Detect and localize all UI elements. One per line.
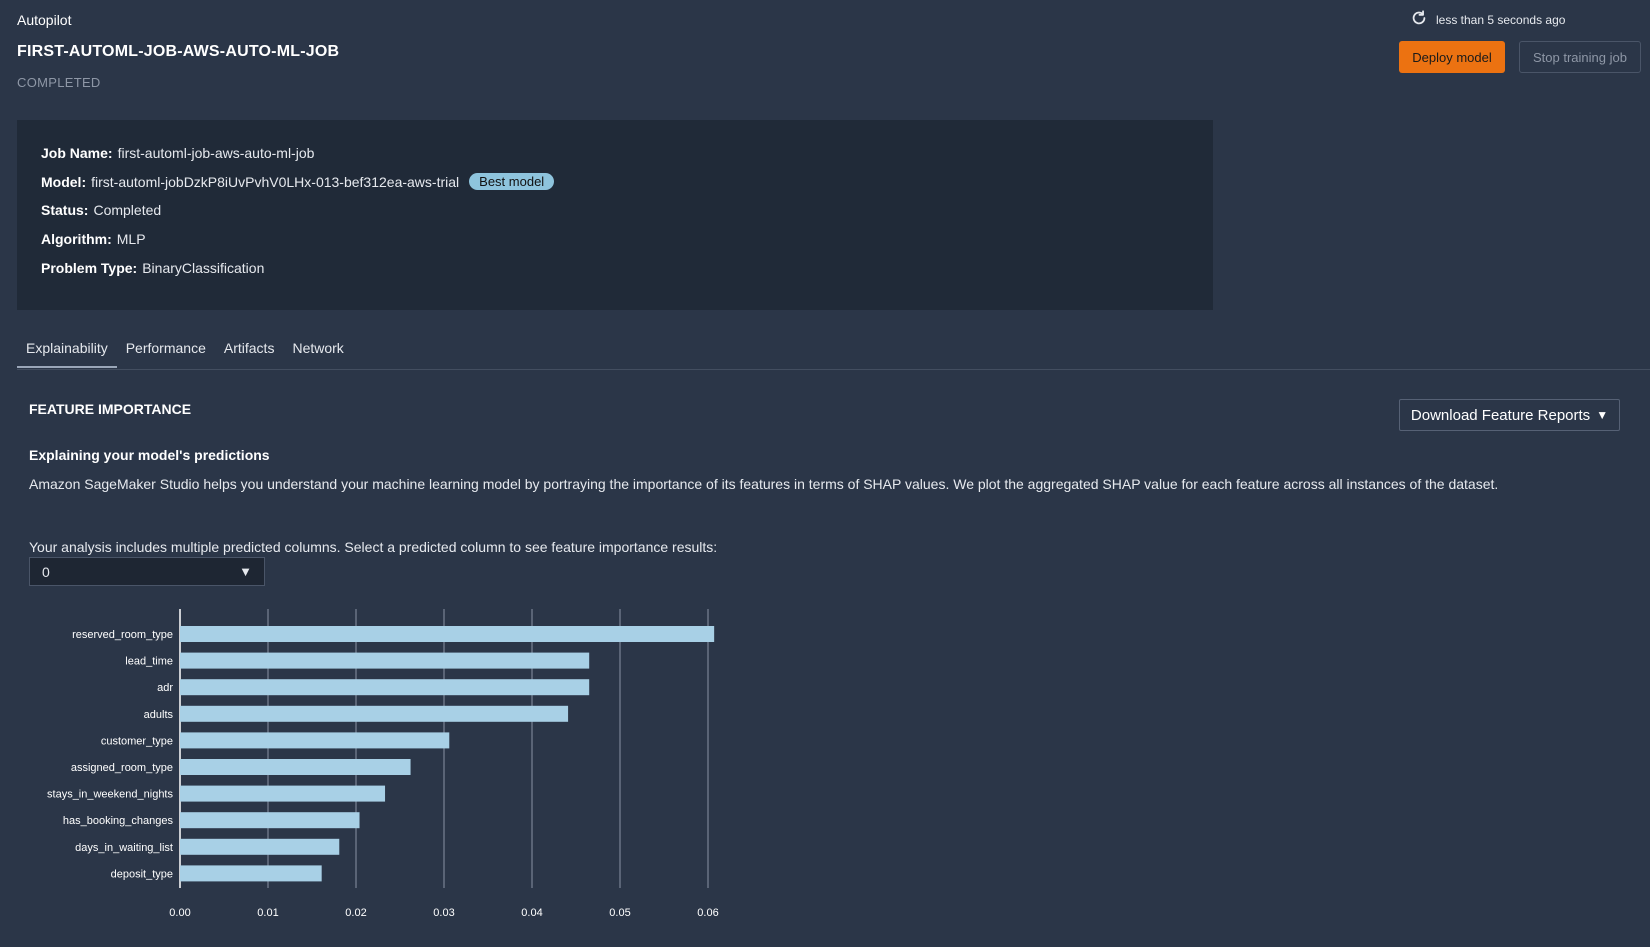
deploy-model-button[interactable]: Deploy model bbox=[1399, 41, 1505, 73]
tab-divider bbox=[17, 369, 1650, 370]
x-tick-label: 0.06 bbox=[697, 907, 718, 919]
status-label: Status: bbox=[41, 202, 89, 218]
bar bbox=[180, 732, 450, 749]
model-value: first-automl-jobDzkP8iUvPvhV0LHx-013-bef… bbox=[91, 173, 460, 190]
predicted-column-select[interactable]: 0 ▼ bbox=[29, 557, 265, 586]
algorithm-label: Algorithm: bbox=[41, 231, 112, 247]
refresh-icon[interactable] bbox=[1410, 9, 1428, 30]
job-title: FIRST-AUTOML-JOB-AWS-AUTO-ML-JOB bbox=[17, 43, 340, 60]
tab-explainability[interactable]: Explainability bbox=[17, 332, 117, 368]
section-title: FEATURE IMPORTANCE bbox=[29, 401, 192, 417]
bar bbox=[180, 652, 590, 669]
bar bbox=[180, 626, 715, 642]
model-label: Model: bbox=[41, 173, 87, 190]
predicted-column-value: 0 bbox=[42, 563, 50, 580]
feature-importance-description: Amazon SageMaker Studio helps you unders… bbox=[29, 476, 1499, 492]
x-tick-label: 0.02 bbox=[345, 907, 366, 919]
predicted-column-label: Your analysis includes multiple predicte… bbox=[29, 539, 718, 555]
problem-type-row: Problem Type: BinaryClassification bbox=[41, 260, 264, 276]
job-name-value: first-automl-job-aws-auto-ml-job bbox=[117, 145, 315, 161]
job-name-label: Job Name: bbox=[41, 145, 113, 161]
category-label: stays_in_weekend_nights bbox=[47, 789, 173, 801]
x-tick-label: 0.00 bbox=[169, 907, 190, 919]
app-title: Autopilot bbox=[17, 12, 72, 28]
best-model-badge: Best model bbox=[469, 173, 555, 190]
refresh-area: less than 5 seconds ago bbox=[1410, 9, 1565, 30]
category-label: adults bbox=[144, 709, 174, 721]
job-info-panel: Job Name: first-automl-job-aws-auto-ml-j… bbox=[17, 120, 1213, 310]
refresh-timestamp: less than 5 seconds ago bbox=[1436, 12, 1566, 27]
problem-type-label: Problem Type: bbox=[41, 260, 138, 276]
bar bbox=[180, 759, 411, 775]
model-row: Model: first-automl-jobDzkP8iUvPvhV0LHx-… bbox=[41, 173, 555, 190]
tab-bar: Explainability Performance Artifacts Net… bbox=[17, 332, 353, 368]
tab-performance[interactable]: Performance bbox=[117, 332, 215, 368]
category-label: assigned_room_type bbox=[71, 762, 173, 774]
bar bbox=[180, 812, 360, 829]
dropdown-caret-icon: ▼ bbox=[239, 564, 252, 579]
bar bbox=[180, 785, 386, 802]
category-label: has_booking_changes bbox=[63, 815, 174, 827]
bar bbox=[180, 838, 340, 855]
download-label: Download Feature Reports bbox=[1410, 406, 1591, 424]
job-name-row: Job Name: first-automl-job-aws-auto-ml-j… bbox=[41, 145, 314, 161]
category-label: adr bbox=[157, 682, 173, 694]
algorithm-row: Algorithm: MLP bbox=[41, 231, 146, 247]
status-row: Status: Completed bbox=[41, 202, 161, 218]
tab-network[interactable]: Network bbox=[283, 332, 352, 368]
x-tick-label: 0.03 bbox=[433, 907, 454, 919]
problem-type-value: BinaryClassification bbox=[142, 260, 265, 276]
bar bbox=[180, 705, 569, 722]
stop-training-job-button[interactable]: Stop training job bbox=[1519, 41, 1641, 73]
tab-artifacts[interactable]: Artifacts bbox=[215, 332, 284, 368]
job-status: COMPLETED bbox=[17, 75, 101, 90]
download-feature-reports-button[interactable]: Download Feature Reports ▼ bbox=[1399, 399, 1620, 431]
x-tick-label: 0.05 bbox=[609, 907, 630, 919]
bar bbox=[180, 679, 590, 696]
feature-importance-chart: 0.00 0.01 0.02 0.03 0.04 0.05 0.06 reserved_roo… bbox=[47, 609, 719, 919]
bar bbox=[180, 865, 322, 882]
algorithm-value: MLP bbox=[116, 231, 146, 247]
category-label: days_in_waiting_list bbox=[75, 842, 173, 854]
category-label: reserved_room_type bbox=[72, 629, 173, 641]
predictions-subheading: Explaining your model's predictions bbox=[29, 447, 270, 463]
x-tick-label: 0.01 bbox=[257, 907, 278, 919]
category-label: deposit_type bbox=[111, 868, 173, 880]
category-label: customer_type bbox=[101, 735, 173, 747]
category-label: lead_time bbox=[125, 656, 173, 668]
status-value: Completed bbox=[93, 202, 162, 218]
caret-down-icon: ▼ bbox=[1596, 408, 1609, 422]
x-tick-label: 0.04 bbox=[521, 907, 542, 919]
